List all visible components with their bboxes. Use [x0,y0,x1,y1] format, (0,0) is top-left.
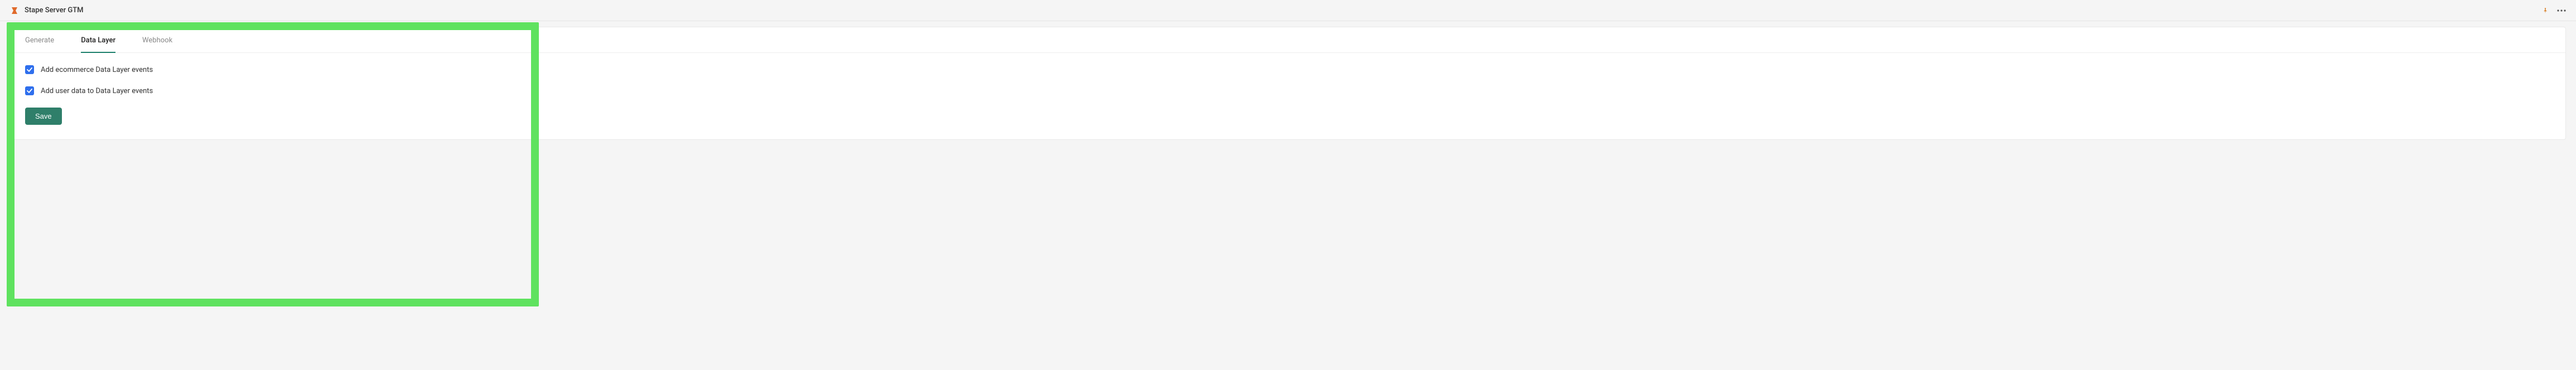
check-icon [27,67,32,72]
tab-data-layer[interactable]: Data Layer [81,36,115,52]
option-userdata-label: Add user data to Data Layer events [41,87,153,95]
more-icon[interactable] [2557,9,2566,12]
stape-logo-icon [10,6,19,15]
option-ecommerce-label: Add ecommerce Data Layer events [41,66,153,74]
tabs: Generate Data Layer Webhook [9,27,2565,53]
tab-generate[interactable]: Generate [25,36,54,52]
option-ecommerce-row: Add ecommerce Data Layer events [25,65,2550,74]
data-layer-panel: Add ecommerce Data Layer events Add user… [9,53,2565,139]
header-right [2541,7,2566,14]
checkbox-userdata[interactable] [25,86,34,95]
option-userdata-row: Add user data to Data Layer events [25,86,2550,95]
app-title: Stape Server GTM [25,6,84,14]
app-header: Stape Server GTM [0,0,2576,21]
check-icon [27,88,32,94]
checkbox-ecommerce[interactable] [25,65,34,74]
pin-icon[interactable] [2541,7,2549,14]
tab-webhook[interactable]: Webhook [142,36,172,52]
save-button[interactable]: Save [25,108,62,125]
page-body: Generate Data Layer Webhook Add ecommerc… [0,21,2576,162]
settings-card: Generate Data Layer Webhook Add ecommerc… [9,27,2566,140]
settings-card-wrap: Generate Data Layer Webhook Add ecommerc… [9,27,2567,140]
header-left: Stape Server GTM [10,6,84,15]
